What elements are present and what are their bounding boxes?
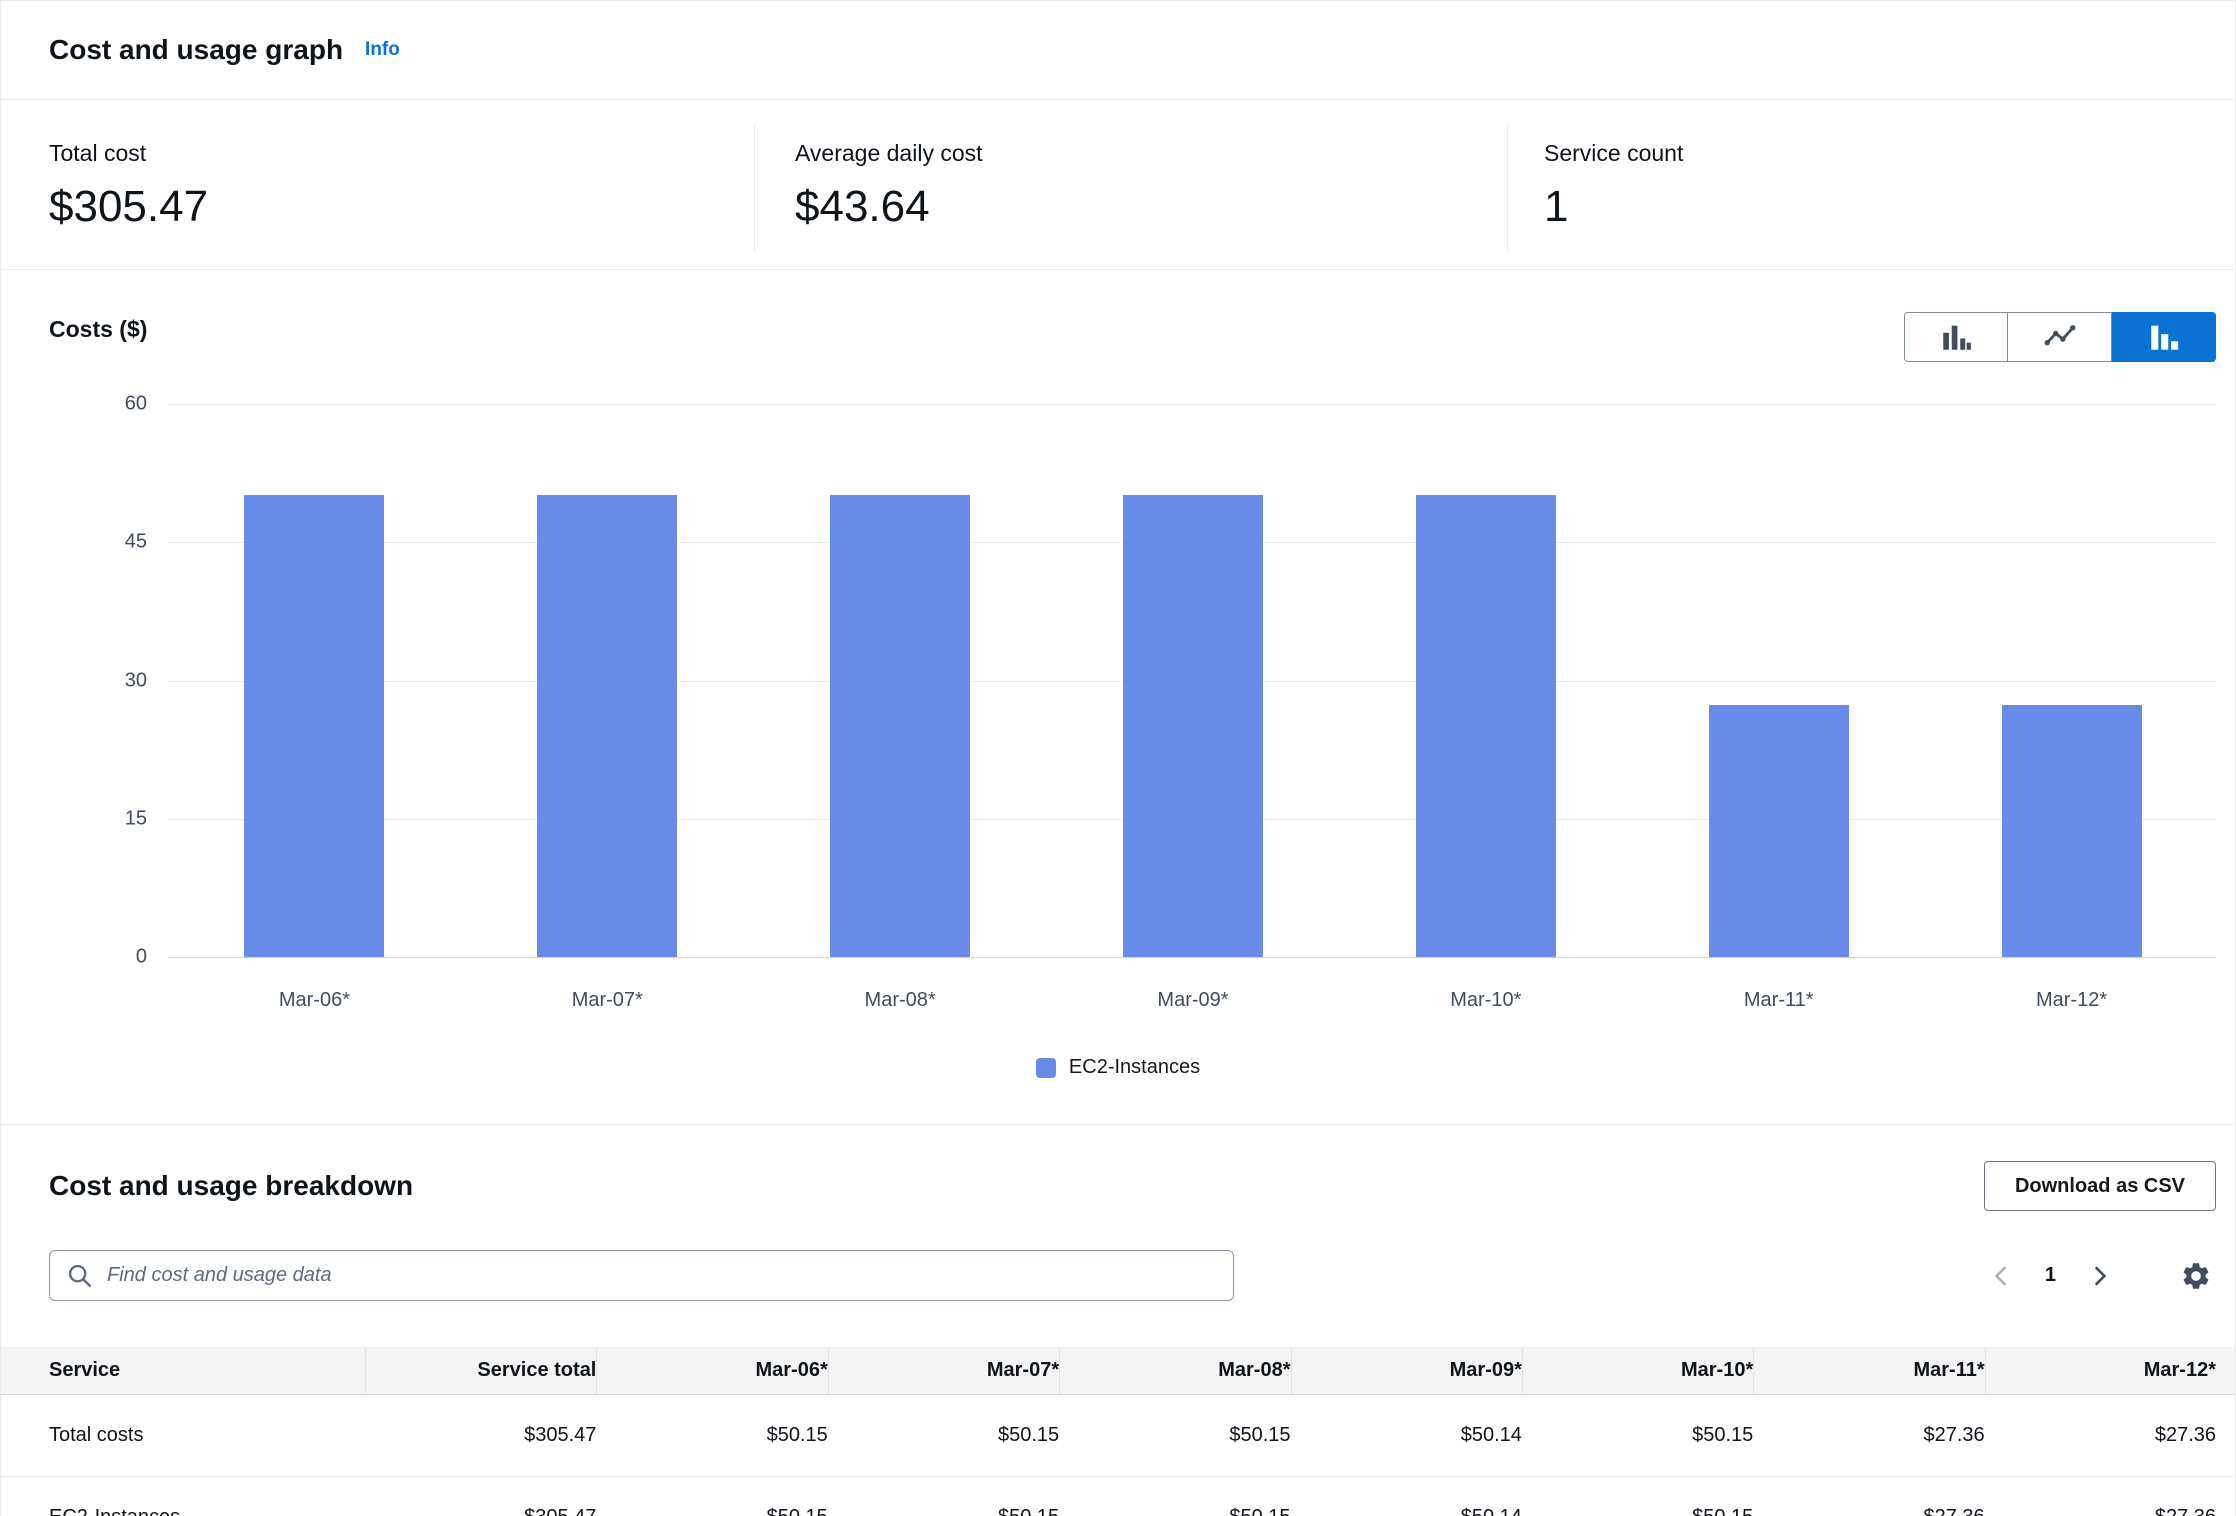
chart-section: Costs ($) — [1, 270, 2235, 1125]
table-cell: $27.36 — [1753, 1477, 1984, 1516]
stat-label: Service count — [1544, 140, 2235, 167]
gear-icon — [2180, 1260, 2212, 1292]
legend-color-swatch — [1036, 1058, 1056, 1078]
stat-service-count: Service count 1 — [1508, 100, 2235, 269]
cost-usage-panel: Cost and usage graph Info Total cost $30… — [0, 0, 2236, 1516]
breakdown-section: Cost and usage breakdown Download as CSV… — [1, 1161, 2235, 1516]
x-axis-label: Mar-09* — [1047, 989, 1340, 1012]
table-cell: $50.14 — [1291, 1395, 1522, 1476]
table-cell: $50.15 — [1059, 1477, 1290, 1516]
chart-legend[interactable]: EC2-Instances — [1, 1056, 2235, 1079]
table-header-cell: Mar-10* — [1522, 1347, 1753, 1394]
table-header-cell: Mar-08* — [1059, 1347, 1290, 1394]
table-cell: $50.15 — [1522, 1395, 1753, 1476]
breakdown-title: Cost and usage breakdown — [49, 1170, 413, 1202]
current-page-number[interactable]: 1 — [2045, 1264, 2056, 1287]
table-cell: $50.15 — [1059, 1395, 1290, 1476]
x-axis-label: Mar-10* — [1339, 989, 1632, 1012]
chevron-left-icon — [1989, 1263, 2015, 1289]
chart-bar[interactable] — [830, 495, 970, 957]
cost-usage-table: ServiceService totalMar-06*Mar-07*Mar-08… — [1, 1347, 2235, 1516]
chart-bar[interactable] — [1123, 495, 1263, 957]
chart-bar[interactable] — [1709, 705, 1849, 957]
stats-row: Total cost $305.47 Average daily cost $4… — [1, 100, 2235, 270]
table-header-cell: Service total — [365, 1347, 596, 1394]
search-input[interactable] — [107, 1264, 1217, 1287]
table-cell: $50.15 — [596, 1477, 827, 1516]
stat-average-daily-cost: Average daily cost $43.64 — [755, 100, 1507, 269]
stat-label: Average daily cost — [795, 140, 1507, 167]
table-body: Total costs$305.47$50.15$50.15$50.15$50.… — [1, 1395, 2235, 1516]
y-axis-label: 15 — [47, 807, 147, 830]
y-axis-label: 30 — [47, 669, 147, 692]
table-header-cell: Mar-07* — [828, 1347, 1059, 1394]
table-cell: $27.36 — [1985, 1395, 2216, 1476]
table-row: Total costs$305.47$50.15$50.15$50.15$50.… — [1, 1395, 2235, 1477]
grid-line — [168, 957, 2216, 958]
y-axis-label: 45 — [47, 531, 147, 554]
pagination: 1 — [1985, 1256, 2216, 1296]
stat-value: $305.47 — [49, 182, 754, 232]
table-row: EC2-Instances$305.47$50.15$50.15$50.15$5… — [1, 1477, 2235, 1516]
x-axis-label: Mar-12* — [1925, 989, 2218, 1012]
table-cell: $27.36 — [1753, 1395, 1984, 1476]
grid-line — [168, 404, 2216, 405]
stat-label: Total cost — [49, 140, 754, 167]
table-header-row: ServiceService totalMar-06*Mar-07*Mar-08… — [1, 1347, 2235, 1395]
table-cell: $50.15 — [828, 1477, 1059, 1516]
table-cell: $50.15 — [596, 1395, 827, 1476]
table-cell: $305.47 — [365, 1395, 596, 1476]
stat-total-cost: Total cost $305.47 — [1, 100, 754, 269]
table-header-cell: Mar-12* — [1985, 1347, 2216, 1394]
settings-button[interactable] — [2176, 1256, 2216, 1296]
chart-bar[interactable] — [244, 495, 384, 957]
table-header-cell: Service — [49, 1347, 365, 1394]
table-header-cell: Mar-06* — [596, 1347, 827, 1394]
stat-value: 1 — [1544, 182, 2235, 232]
search-box[interactable] — [49, 1250, 1234, 1301]
breakdown-toolbar: 1 — [49, 1250, 2216, 1301]
x-axis-label: Mar-07* — [461, 989, 754, 1012]
chevron-right-icon — [2086, 1263, 2112, 1289]
x-axis-label: Mar-11* — [1632, 989, 1925, 1012]
x-axis-label: Mar-08* — [754, 989, 1047, 1012]
x-axis-label: Mar-06* — [168, 989, 461, 1012]
stat-value: $43.64 — [795, 182, 1507, 232]
page-title: Cost and usage graph — [49, 34, 343, 66]
y-axis-label: 60 — [47, 393, 147, 416]
table-cell: $50.15 — [1522, 1477, 1753, 1516]
info-link[interactable]: Info — [365, 39, 400, 61]
previous-page-button[interactable] — [1985, 1259, 2019, 1293]
y-axis-label: 0 — [47, 946, 147, 969]
download-csv-button[interactable]: Download as CSV — [1984, 1161, 2216, 1211]
legend-label: EC2-Instances — [1069, 1056, 1200, 1079]
table-cell: $50.15 — [828, 1395, 1059, 1476]
table-cell: $27.36 — [1985, 1477, 2216, 1516]
table-header-cell: Mar-11* — [1753, 1347, 1984, 1394]
chart-bar[interactable] — [537, 495, 677, 957]
table-cell: EC2-Instances — [49, 1477, 365, 1516]
table-header-cell: Mar-09* — [1291, 1347, 1522, 1394]
next-page-button[interactable] — [2082, 1259, 2116, 1293]
table-cell: Total costs — [49, 1395, 365, 1476]
page-header: Cost and usage graph Info — [1, 1, 2235, 100]
chart-bar[interactable] — [2002, 705, 2142, 957]
table-cell: $50.14 — [1291, 1477, 1522, 1516]
chart-plot: 015304560Mar-06*Mar-07*Mar-08*Mar-09*Mar… — [1, 270, 2235, 1124]
table-cell: $305.47 — [365, 1477, 596, 1516]
chart-bar[interactable] — [1416, 495, 1556, 957]
search-icon — [66, 1262, 94, 1290]
